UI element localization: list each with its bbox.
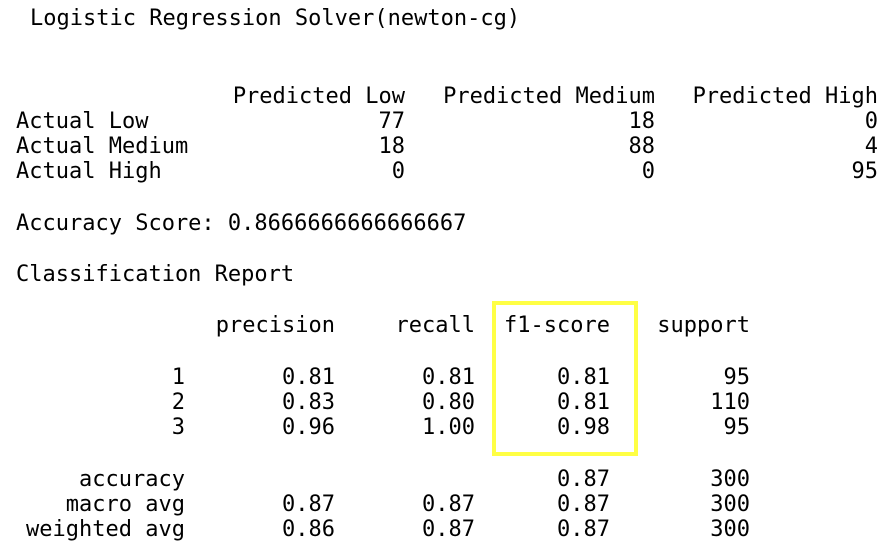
report-header-precision: precision: [215, 313, 335, 338]
cm-row-label-actual-medium: Actual Medium: [16, 134, 189, 159]
cm-cell: 4: [864, 134, 878, 159]
report-row-label: 1: [171, 365, 185, 390]
report-header-recall: recall: [395, 313, 475, 338]
report-precision: 0.96: [282, 415, 335, 440]
report-recall: 0.87: [422, 517, 475, 542]
report-recall: 0.87: [422, 492, 475, 517]
cm-cell: 18: [378, 134, 406, 159]
report-summary-label: macro avg: [65, 492, 185, 517]
report-support: 300: [710, 492, 750, 517]
cm-cell: 0: [391, 159, 405, 184]
cm-cell: 95: [851, 159, 879, 184]
cm-cell: 0: [864, 109, 878, 134]
cm-row-label-actual-low: Actual Low: [16, 109, 149, 134]
report-precision: 0.83: [282, 390, 335, 415]
report-recall: 1.00: [422, 415, 475, 440]
report-recall: 0.81: [422, 365, 475, 390]
report-precision: 0.86: [282, 517, 335, 542]
report-support: 95: [723, 365, 751, 390]
report-support: 300: [710, 517, 750, 542]
report-title: Classification Report: [16, 262, 295, 287]
report-summary-label: weighted avg: [26, 517, 185, 542]
report-recall: 0.80: [422, 390, 475, 415]
cm-header-predicted-medium: Predicted Medium: [443, 84, 655, 109]
cm-cell: 0: [641, 159, 655, 184]
report-support: 300: [710, 467, 750, 492]
cm-cell: 88: [628, 134, 656, 159]
cm-header-predicted-low: Predicted Low: [232, 84, 405, 109]
cm-cell: 18: [628, 109, 656, 134]
report-f1: 0.87: [557, 467, 610, 492]
accuracy-score-line: Accuracy Score: 0.8666666666666667: [16, 211, 467, 236]
report-precision: 0.87: [282, 492, 335, 517]
cm-row-label-actual-high: Actual High: [16, 159, 162, 184]
report-row-label: 2: [171, 390, 185, 415]
report-header-support: support: [657, 313, 750, 338]
solver-title: Logistic Regression Solver(newton-cg): [30, 6, 521, 31]
report-summary-label: accuracy: [79, 467, 185, 492]
report-f1: 0.87: [557, 492, 610, 517]
report-precision: 0.81: [282, 365, 335, 390]
report-support: 95: [723, 415, 751, 440]
report-f1: 0.87: [557, 517, 610, 542]
f1-score-highlight-box: [492, 301, 638, 456]
report-support: 110: [710, 390, 750, 415]
report-row-label: 3: [171, 415, 185, 440]
cm-cell: 77: [378, 109, 406, 134]
cm-header-predicted-high: Predicted High: [692, 84, 878, 109]
